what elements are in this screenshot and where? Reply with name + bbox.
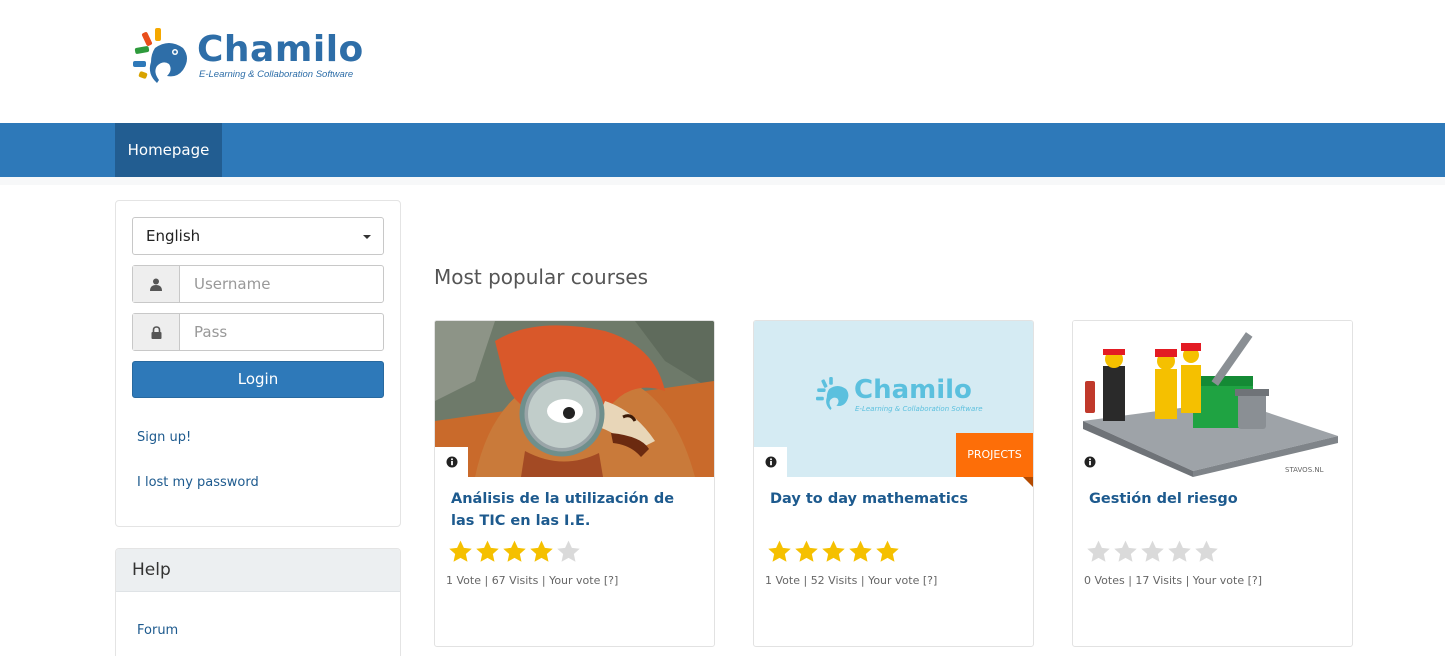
password-addon bbox=[133, 314, 180, 350]
info-icon bbox=[1084, 456, 1095, 468]
password-input[interactable] bbox=[181, 314, 383, 350]
course-meta: 0 Votes | 17 Visits | Your vote [?] bbox=[1084, 574, 1263, 587]
star-icon[interactable] bbox=[1166, 539, 1193, 563]
password-group bbox=[132, 313, 384, 351]
language-select-value: English bbox=[146, 227, 201, 245]
course-info-button[interactable] bbox=[1073, 447, 1106, 477]
course-card: STAVOS.NL Gestión del riesgo 0 Votes | 1… bbox=[1072, 320, 1353, 647]
info-icon bbox=[446, 456, 457, 468]
login-panel: English Login Sign up! I lost my passwor… bbox=[115, 200, 401, 527]
main-navbar: Homepage bbox=[0, 123, 1445, 177]
course-rating bbox=[766, 539, 901, 563]
cartoon-detective-image bbox=[435, 321, 714, 477]
star-icon[interactable] bbox=[874, 539, 901, 563]
help-title: Help bbox=[116, 549, 400, 592]
course-visits: 17 Visits bbox=[1135, 574, 1183, 587]
star-icon[interactable] bbox=[1085, 539, 1112, 563]
course-rating bbox=[447, 539, 582, 563]
user-icon bbox=[150, 278, 162, 291]
tag-fold bbox=[1023, 477, 1033, 487]
star-icon[interactable] bbox=[501, 539, 528, 563]
star-icon[interactable] bbox=[1139, 539, 1166, 563]
course-image[interactable] bbox=[435, 321, 714, 477]
site-logo[interactable]: Chamilo E-Learning & Collaboration Softw… bbox=[133, 28, 378, 88]
course-votes: 0 Votes bbox=[1084, 574, 1125, 587]
course-title[interactable]: Gestión del riesgo bbox=[1089, 488, 1339, 510]
course-title[interactable]: Análisis de la utilización de las TIC en… bbox=[451, 488, 701, 532]
course-card: Chamilo E-Learning & Collaboration Softw… bbox=[753, 320, 1034, 647]
star-icon[interactable] bbox=[474, 539, 501, 563]
star-icon[interactable] bbox=[1193, 539, 1220, 563]
help-link-forum[interactable]: Forum bbox=[137, 623, 178, 638]
course-title[interactable]: Day to day mathematics bbox=[770, 488, 1020, 510]
logo-title: Chamilo bbox=[197, 29, 364, 70]
star-icon[interactable] bbox=[847, 539, 874, 563]
image-credit: STAVOS.NL bbox=[1285, 466, 1324, 474]
chameleon-logo-icon bbox=[133, 28, 187, 83]
logo-tagline: E-Learning & Collaboration Software bbox=[199, 69, 354, 80]
star-icon[interactable] bbox=[793, 539, 820, 563]
help-panel: Help Forum bbox=[115, 548, 401, 656]
your-vote-link[interactable]: Your vote [?] bbox=[868, 574, 937, 587]
star-icon[interactable] bbox=[447, 539, 474, 563]
username-input[interactable] bbox=[181, 266, 383, 302]
your-vote-link[interactable]: Your vote [?] bbox=[549, 574, 618, 587]
star-icon[interactable] bbox=[1112, 539, 1139, 563]
nav-item-homepage[interactable]: Homepage bbox=[115, 123, 222, 177]
course-rating bbox=[1085, 539, 1220, 563]
navbar-shadow bbox=[0, 177, 1445, 185]
course-meta: 1 Vote | 52 Visits | Your vote [?] bbox=[765, 574, 938, 587]
course-category-tag[interactable]: PROJECTS bbox=[956, 433, 1033, 477]
lock-icon bbox=[151, 325, 161, 339]
star-icon[interactable] bbox=[555, 539, 582, 563]
course-card: Análisis de la utilización de las TIC en… bbox=[434, 320, 715, 647]
caret-down-icon bbox=[363, 235, 371, 239]
course-info-button[interactable] bbox=[754, 447, 787, 477]
course-votes: 1 Vote bbox=[446, 574, 481, 587]
signup-link[interactable]: Sign up! bbox=[137, 430, 191, 445]
chameleon-logo-icon bbox=[816, 377, 849, 410]
course-votes: 1 Vote bbox=[765, 574, 800, 587]
lost-password-link[interactable]: I lost my password bbox=[137, 475, 259, 490]
course-meta: 1 Vote | 67 Visits | Your vote [?] bbox=[446, 574, 619, 587]
course-visits: 52 Visits bbox=[810, 574, 858, 587]
star-icon[interactable] bbox=[766, 539, 793, 563]
star-icon[interactable] bbox=[528, 539, 555, 563]
section-title: Most popular courses bbox=[434, 265, 649, 289]
star-icon[interactable] bbox=[820, 539, 847, 563]
login-button[interactable]: Login bbox=[132, 361, 384, 398]
your-vote-link[interactable]: Your vote [?] bbox=[1193, 574, 1262, 587]
username-addon bbox=[133, 266, 180, 302]
course-image[interactable]: STAVOS.NL bbox=[1073, 321, 1352, 477]
placeholder-logo-title: Chamilo bbox=[854, 375, 972, 405]
lego-firefighters-image: STAVOS.NL bbox=[1073, 321, 1352, 477]
placeholder-logo-tagline: E-Learning & Collaboration Software bbox=[855, 405, 983, 413]
site-header: Chamilo E-Learning & Collaboration Softw… bbox=[0, 0, 1445, 123]
info-icon bbox=[765, 456, 776, 468]
username-group bbox=[132, 265, 384, 303]
course-visits: 67 Visits bbox=[491, 574, 539, 587]
placeholder-logo: Chamilo E-Learning & Collaboration Softw… bbox=[816, 375, 983, 417]
language-select[interactable]: English bbox=[132, 217, 384, 255]
course-info-button[interactable] bbox=[435, 447, 468, 477]
